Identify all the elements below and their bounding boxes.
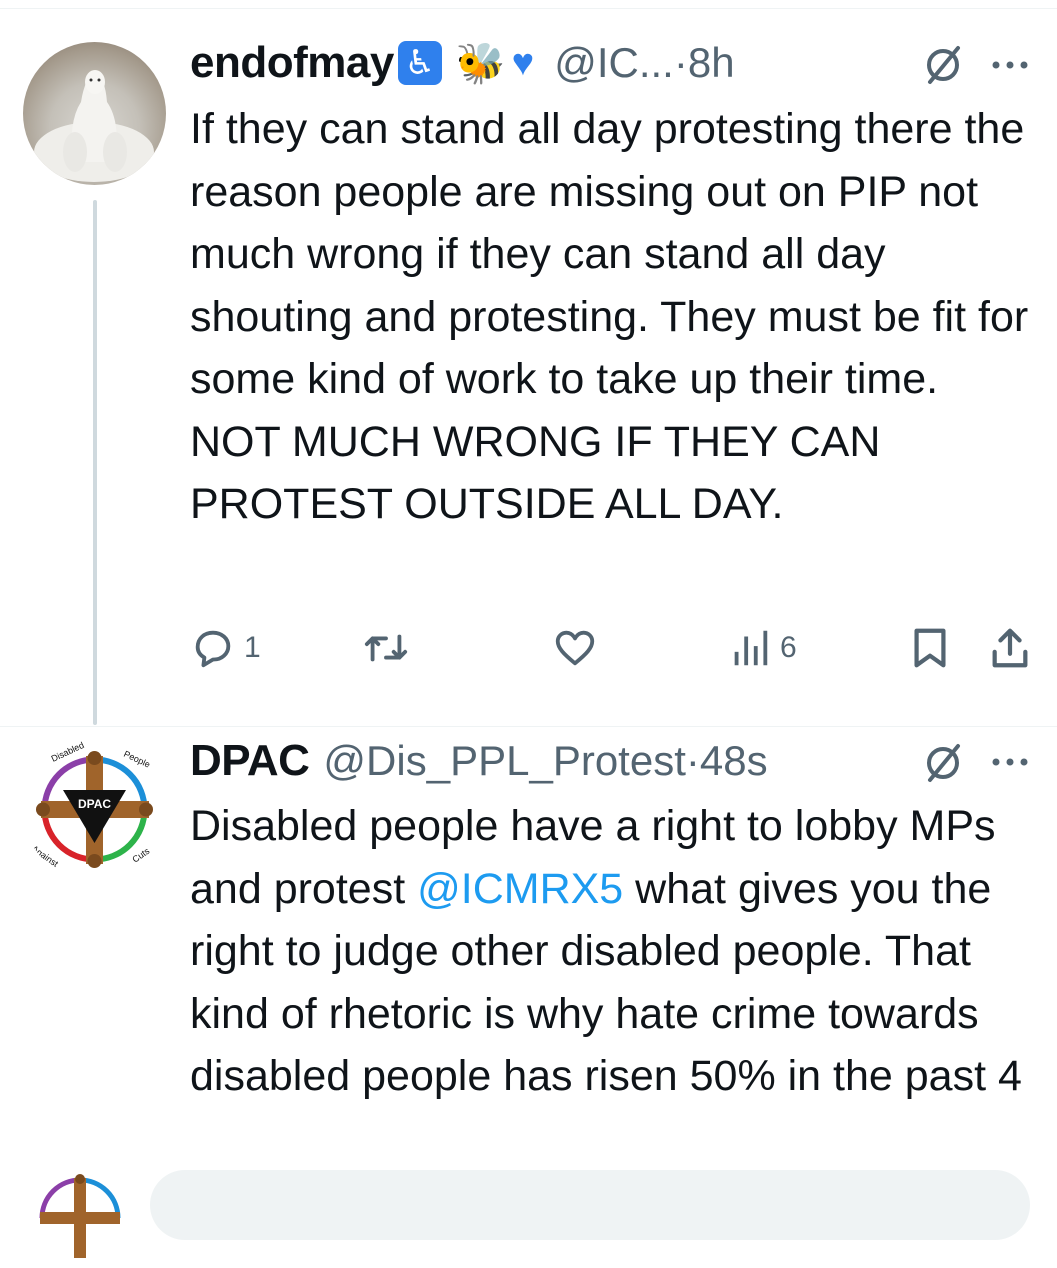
wheelchair-icon: ♿ bbox=[397, 41, 442, 85]
share-button[interactable] bbox=[988, 620, 1032, 676]
bee-emoji-icon: 🐝 bbox=[455, 41, 506, 86]
reply-count: 1 bbox=[244, 631, 261, 664]
blue-heart-icon: ♥ bbox=[511, 41, 535, 84]
bookmark-button[interactable] bbox=[908, 620, 952, 676]
reply-button[interactable]: 1 bbox=[190, 620, 261, 676]
avatar[interactable] bbox=[23, 42, 166, 185]
views-button[interactable]: 6 bbox=[728, 620, 797, 676]
like-button[interactable] bbox=[552, 620, 598, 676]
display-name[interactable]: endofmay bbox=[190, 38, 394, 88]
heart-icon bbox=[555, 630, 595, 666]
more-options-icon[interactable] bbox=[990, 55, 1030, 75]
logo-ring-text-cuts: Cuts bbox=[130, 846, 151, 865]
display-name[interactable]: DPAC bbox=[190, 736, 310, 786]
user-handle[interactable]: @Dis_PPL_Protest bbox=[323, 737, 685, 785]
grok-icon[interactable] bbox=[918, 40, 968, 90]
dpac-logo-label: DPAC bbox=[78, 797, 111, 811]
retweet-icon bbox=[364, 634, 408, 662]
grok-icon[interactable] bbox=[918, 738, 968, 788]
mention-link[interactable]: @ICMRX5 bbox=[417, 865, 623, 913]
tweet-text: If they can stand all day protesting the… bbox=[190, 105, 1029, 528]
tweet-header: endofmay ♿ 🐝 ♥ @IC... · 8h bbox=[190, 33, 735, 93]
top-divider bbox=[0, 8, 1057, 9]
logo-ring-text-people: People bbox=[122, 749, 152, 770]
bookmark-icon bbox=[914, 628, 946, 668]
reply-input[interactable] bbox=[150, 1170, 1030, 1240]
logo-ring-text-against: Against bbox=[30, 843, 61, 869]
towel-figure-image bbox=[34, 70, 154, 182]
timestamp[interactable]: 48s bbox=[700, 737, 768, 785]
timestamp[interactable]: 8h bbox=[688, 39, 735, 87]
share-icon bbox=[992, 628, 1028, 668]
user-handle[interactable]: @IC... bbox=[554, 39, 674, 87]
tweet-header: DPAC @Dis_PPL_Protest · 48s bbox=[190, 731, 768, 791]
separator-dot: · bbox=[685, 737, 700, 784]
tweet-text: Disabled people have a right to lobby MP… bbox=[190, 795, 1030, 1108]
analytics-icon bbox=[734, 630, 768, 666]
reply-icon bbox=[195, 630, 231, 668]
retweet-button[interactable] bbox=[360, 620, 412, 676]
more-options-icon[interactable] bbox=[990, 752, 1030, 772]
dpac-logo-icon: DPAC Disabled People Against Cuts bbox=[30, 740, 153, 869]
tweet-divider bbox=[0, 726, 1057, 727]
dpac-logo-icon bbox=[39, 1174, 121, 1258]
composer-avatar[interactable] bbox=[30, 1168, 130, 1268]
views-count: 6 bbox=[780, 631, 797, 664]
separator-dot: · bbox=[673, 39, 688, 86]
tweet-actions: 1 6 bbox=[0, 620, 1057, 676]
dpac-avatar[interactable]: DPAC Disabled People Against Cuts bbox=[23, 738, 166, 881]
